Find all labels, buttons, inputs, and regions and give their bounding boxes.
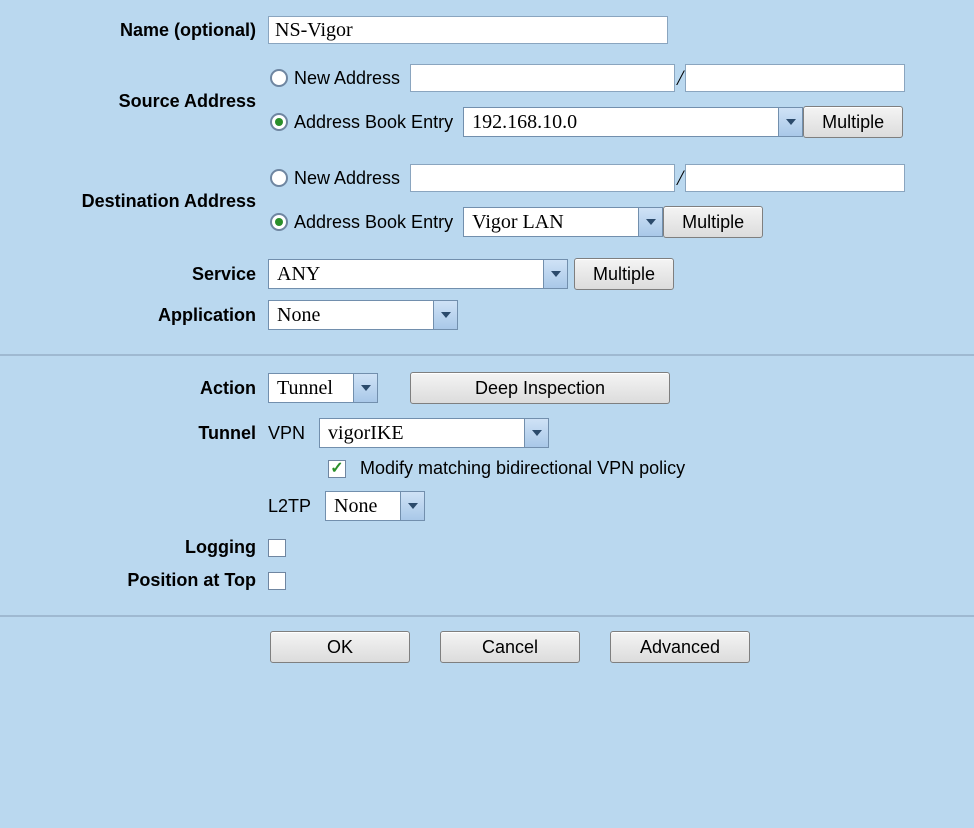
application-select[interactable]: None (268, 300, 458, 330)
tunnel-vpn-select[interactable]: vigorIKE (319, 418, 549, 448)
slash-separator: / (675, 165, 685, 191)
name-input[interactable] (268, 16, 668, 44)
source-multiple-button[interactable]: Multiple (803, 106, 903, 138)
modify-bidirectional-label: Modify matching bidirectional VPN policy (360, 458, 685, 479)
name-label: Name (optional) (0, 20, 268, 41)
destination-new-address-input-1[interactable] (410, 164, 675, 192)
chevron-down-icon (543, 260, 567, 288)
chevron-down-icon (433, 301, 457, 329)
source-book-entry-radio-label: Address Book Entry (294, 112, 453, 133)
destination-address-label: Destination Address (0, 191, 268, 212)
action-select[interactable]: Tunnel (268, 373, 378, 403)
source-new-address-input-1[interactable] (410, 64, 675, 92)
chevron-down-icon (778, 108, 802, 136)
destination-book-entry-value: Vigor LAN (464, 211, 572, 234)
service-value: ANY (269, 263, 328, 286)
slash-separator: / (675, 65, 685, 91)
source-book-entry-value: 192.168.10.0 (464, 111, 585, 134)
chevron-down-icon (400, 492, 424, 520)
basic-section: Name (optional) Source Address New Addre… (0, 0, 974, 354)
tunnel-label: Tunnel (0, 423, 268, 444)
destination-new-address-radio-label: New Address (294, 168, 400, 189)
position-top-label: Position at Top (0, 570, 268, 591)
destination-book-entry-select[interactable]: Vigor LAN (463, 207, 663, 237)
action-section: Action Tunnel Deep Inspection Tunnel VPN… (0, 356, 974, 615)
action-value: Tunnel (269, 377, 341, 400)
tunnel-vpn-sublabel: VPN (268, 423, 305, 444)
footer-buttons: OK Cancel Advanced (0, 617, 974, 663)
source-address-label: Source Address (0, 91, 268, 112)
destination-book-entry-radio[interactable] (270, 213, 288, 231)
service-label: Service (0, 264, 268, 285)
logging-label: Logging (0, 537, 268, 558)
destination-new-address-radio[interactable] (270, 169, 288, 187)
source-new-address-input-2[interactable] (685, 64, 905, 92)
logging-checkbox[interactable] (268, 539, 286, 557)
chevron-down-icon (524, 419, 548, 447)
chevron-down-icon (353, 374, 377, 402)
source-new-address-radio-label: New Address (294, 68, 400, 89)
advanced-button[interactable]: Advanced (610, 631, 750, 663)
position-top-checkbox[interactable] (268, 572, 286, 590)
source-book-entry-radio[interactable] (270, 113, 288, 131)
source-book-entry-select[interactable]: 192.168.10.0 (463, 107, 803, 137)
action-label: Action (0, 378, 268, 399)
tunnel-vpn-value: vigorIKE (320, 422, 412, 445)
modify-bidirectional-checkbox[interactable] (328, 460, 346, 478)
service-multiple-button[interactable]: Multiple (574, 258, 674, 290)
source-new-address-radio[interactable] (270, 69, 288, 87)
destination-multiple-button[interactable]: Multiple (663, 206, 763, 238)
application-value: None (269, 304, 328, 327)
destination-book-entry-radio-label: Address Book Entry (294, 212, 453, 233)
deep-inspection-button[interactable]: Deep Inspection (410, 372, 670, 404)
tunnel-l2tp-sublabel: L2TP (268, 496, 311, 517)
ok-button[interactable]: OK (270, 631, 410, 663)
destination-new-address-input-2[interactable] (685, 164, 905, 192)
chevron-down-icon (638, 208, 662, 236)
cancel-button[interactable]: Cancel (440, 631, 580, 663)
application-label: Application (0, 305, 268, 326)
service-select[interactable]: ANY (268, 259, 568, 289)
tunnel-l2tp-select[interactable]: None (325, 491, 425, 521)
tunnel-l2tp-value: None (326, 495, 385, 518)
